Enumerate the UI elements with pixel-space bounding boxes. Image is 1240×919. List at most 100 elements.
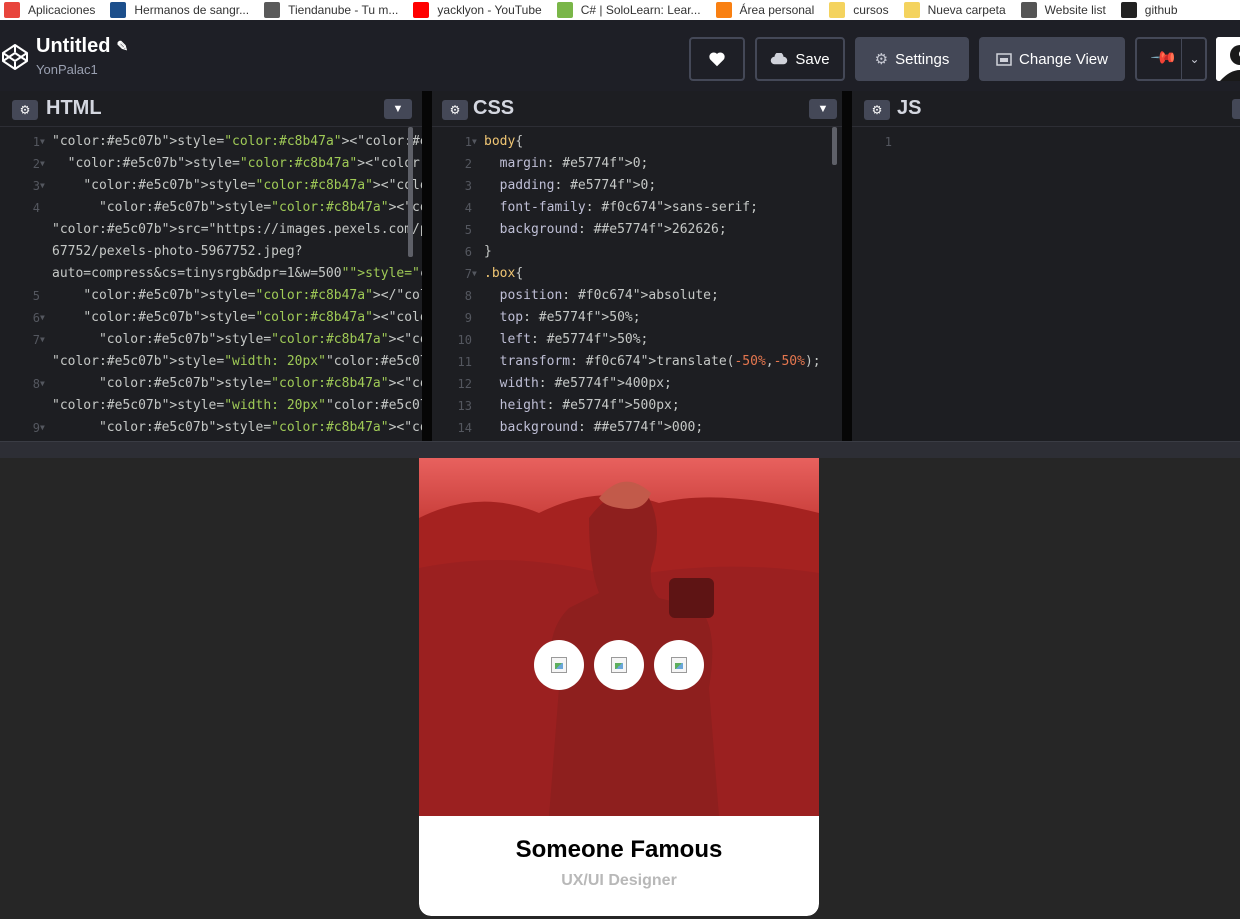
css-code-area[interactable]: 1 ▼ body{2 margin: #e5774f">0; 3 padding: #…: [432, 127, 842, 441]
code-text[interactable]: "color:#e5c07b">style="width: 20px""colo…: [52, 395, 422, 417]
html-scrollbar[interactable]: [408, 127, 413, 257]
love-button[interactable]: [689, 37, 745, 81]
code-line[interactable]: 7 ▼ .box{: [432, 263, 842, 285]
code-text[interactable]: "color:#e5c07b">style="color:#c8b47a"><"…: [52, 153, 422, 175]
pen-username[interactable]: YonPalac1: [36, 62, 128, 77]
code-line[interactable]: 12 width: #e5774f">400px;: [432, 373, 842, 395]
code-line[interactable]: 8 position: #f0c674">absolute;: [432, 285, 842, 307]
code-text[interactable]: "color:#e5c07b">style="color:#c8b47a"><"…: [52, 175, 422, 197]
css-collapse-chevron-icon[interactable]: ▼: [809, 99, 837, 119]
code-text[interactable]: background: ##e5774f">000;: [484, 417, 704, 439]
bookmark-item[interactable]: cursos: [829, 0, 889, 20]
code-text[interactable]: "color:#e5c07b">style="color:#c8b47a"><"…: [52, 373, 422, 395]
code-text[interactable]: transform: #f0c674">translate(-50%,-50%)…: [484, 351, 821, 373]
code-line[interactable]: 3 padding: #e5774f">0;: [432, 175, 842, 197]
code-text[interactable]: "color:#e5c07b">style="width: 20px""colo…: [52, 351, 422, 373]
code-text[interactable]: margin: #e5774f">0;: [484, 153, 649, 175]
code-line[interactable]: 3 ▼ "color:#e5c07b">style="color:#c8b47a"…: [0, 175, 422, 197]
code-text[interactable]: "color:#e5c07b">style="color:#c8b47a"><"…: [52, 307, 422, 329]
change-view-button[interactable]: Change View: [979, 37, 1125, 81]
code-text[interactable]: }: [484, 241, 492, 263]
resize-handle[interactable]: [0, 441, 1240, 458]
code-text[interactable]: body{: [484, 131, 523, 153]
code-line[interactable]: auto=compress&cs=tinysrgb&dpr=1&w=500"">…: [0, 263, 422, 285]
code-line[interactable]: 10 left: #e5774f">50%;: [432, 329, 842, 351]
code-text[interactable]: background: ##e5774f">262626;: [484, 219, 727, 241]
code-line[interactable]: "color:#e5c07b">src="https://images.pexe…: [0, 219, 422, 241]
code-line[interactable]: 1: [852, 131, 1240, 153]
html-settings-gear-icon[interactable]: ⚙: [12, 100, 38, 120]
code-line[interactable]: 6 ▼ "color:#e5c07b">style="color:#c8b47a"…: [0, 307, 422, 329]
css-settings-gear-icon[interactable]: ⚙: [442, 100, 468, 120]
css-scrollbar[interactable]: [832, 127, 837, 165]
pen-title[interactable]: Untitled ✎: [36, 35, 128, 58]
fold-arrow-icon[interactable]: ▼: [40, 417, 45, 439]
code-line[interactable]: 1 ▼ "color:#e5c07b">style="color:#c8b47a">…: [0, 131, 422, 153]
code-line[interactable]: 13 height: #e5774f">500px;: [432, 395, 842, 417]
fold-arrow-icon[interactable]: ▼: [472, 131, 477, 153]
html-code-area[interactable]: 1 ▼ "color:#e5c07b">style="color:#c8b47a">…: [0, 127, 422, 441]
bookmark-item[interactable]: Hermanos de sangr...: [110, 0, 249, 20]
bookmark-item[interactable]: Área personal: [715, 0, 814, 20]
bookmark-item[interactable]: Website list: [1020, 0, 1106, 20]
pen-title-text[interactable]: Untitled: [36, 35, 110, 58]
code-line[interactable]: 11 transform: #f0c674">translate(-50%,-5…: [432, 351, 842, 373]
code-line[interactable]: "color:#e5c07b">style="width: 20px""colo…: [0, 351, 422, 373]
code-line[interactable]: 14 background: ##e5774f">000;: [432, 417, 842, 439]
code-line[interactable]: 6}: [432, 241, 842, 263]
js-collapse-chevron-icon[interactable]: [1232, 99, 1240, 119]
code-line[interactable]: 4 font-family: #f0c674">sans-serif;: [432, 197, 842, 219]
code-line[interactable]: 2 margin: #e5774f">0;: [432, 153, 842, 175]
code-text[interactable]: "color:#e5c07b">style="color:#c8b47a"><"…: [52, 329, 422, 351]
code-line[interactable]: "color:#e5c07b">style="width: 20px""colo…: [0, 395, 422, 417]
code-text[interactable]: "color:#e5c07b">style="color:#c8b47a"><"…: [52, 131, 422, 153]
fold-arrow-icon[interactable]: ▼: [40, 373, 45, 395]
code-text[interactable]: auto=compress&cs=tinysrgb&dpr=1&w=500"">…: [52, 263, 422, 285]
social-icon-facebook[interactable]: [594, 640, 644, 690]
code-text[interactable]: left: #e5774f">50%;: [484, 329, 649, 351]
bookmark-item[interactable]: github: [1120, 0, 1178, 20]
settings-button[interactable]: ⚙ Settings: [855, 37, 969, 81]
fold-arrow-icon[interactable]: ▼: [40, 131, 45, 153]
save-button[interactable]: Save: [755, 37, 845, 81]
fold-arrow-icon[interactable]: ▼: [40, 153, 45, 175]
code-line[interactable]: 8 ▼ "color:#e5c07b">style="color:#c8b47a"…: [0, 373, 422, 395]
fold-arrow-icon[interactable]: ▼: [472, 263, 477, 285]
js-code-area[interactable]: 1: [852, 127, 1240, 441]
code-line[interactable]: 9 top: #e5774f">50%;: [432, 307, 842, 329]
code-line[interactable]: 9 ▼ "color:#e5c07b">style="color:#c8b47a"…: [0, 417, 422, 439]
pin-button[interactable]: 📌 ⌄: [1135, 37, 1207, 81]
code-text[interactable]: "color:#e5c07b">src="https://images.pexe…: [52, 219, 422, 241]
bookmark-item[interactable]: C# | SoloLearn: Lear...: [556, 0, 701, 20]
social-icon-instagram[interactable]: [534, 640, 584, 690]
code-text[interactable]: 67752/pexels-photo-5967752.jpeg?: [52, 241, 302, 263]
code-text[interactable]: height: #e5774f">500px;: [484, 395, 680, 417]
code-text[interactable]: .box{: [484, 263, 523, 285]
code-line[interactable]: 1 ▼ body{: [432, 131, 842, 153]
fold-arrow-icon[interactable]: ▼: [40, 329, 45, 351]
bookmark-item[interactable]: yacklyon - YouTube: [413, 0, 542, 20]
codepen-logo-icon[interactable]: [0, 42, 30, 72]
code-text[interactable]: "color:#e5c07b">style="color:#c8b47a"></…: [52, 285, 422, 307]
code-text[interactable]: width: #e5774f">400px;: [484, 373, 672, 395]
code-line[interactable]: 67752/pexels-photo-5967752.jpeg?: [0, 241, 422, 263]
code-text[interactable]: position: #f0c674">absolute;: [484, 285, 719, 307]
code-text[interactable]: "color:#e5c07b">style="color:#c8b47a"><"…: [52, 197, 422, 219]
code-line[interactable]: 5 background: ##e5774f">262626;: [432, 219, 842, 241]
html-collapse-chevron-icon[interactable]: ▼: [384, 99, 412, 119]
code-text[interactable]: font-family: #f0c674">sans-serif;: [484, 197, 758, 219]
code-line[interactable]: 2 ▼ "color:#e5c07b">style="color:#c8b47a"…: [0, 153, 422, 175]
fold-arrow-icon[interactable]: ▼: [40, 175, 45, 197]
js-settings-gear-icon[interactable]: ⚙: [864, 100, 890, 120]
bookmark-item[interactable]: Nueva carpeta: [903, 0, 1006, 20]
bookmark-item[interactable]: Aplicaciones: [4, 0, 95, 20]
avatar[interactable]: [1216, 37, 1240, 81]
code-line[interactable]: 5 "color:#e5c07b">style="color:#c8b47a">…: [0, 285, 422, 307]
social-icon-twitter[interactable]: [654, 640, 704, 690]
code-line[interactable]: 4 "color:#e5c07b">style="color:#c8b47a">…: [0, 197, 422, 219]
bookmark-item[interactable]: Tiendanube - Tu m...: [264, 0, 398, 20]
code-line[interactable]: 7 ▼ "color:#e5c07b">style="color:#c8b47a"…: [0, 329, 422, 351]
fold-arrow-icon[interactable]: ▼: [40, 307, 45, 329]
code-text[interactable]: "color:#e5c07b">style="color:#c8b47a"><"…: [52, 417, 422, 439]
chevron-down-icon[interactable]: ⌄: [1181, 39, 1207, 79]
